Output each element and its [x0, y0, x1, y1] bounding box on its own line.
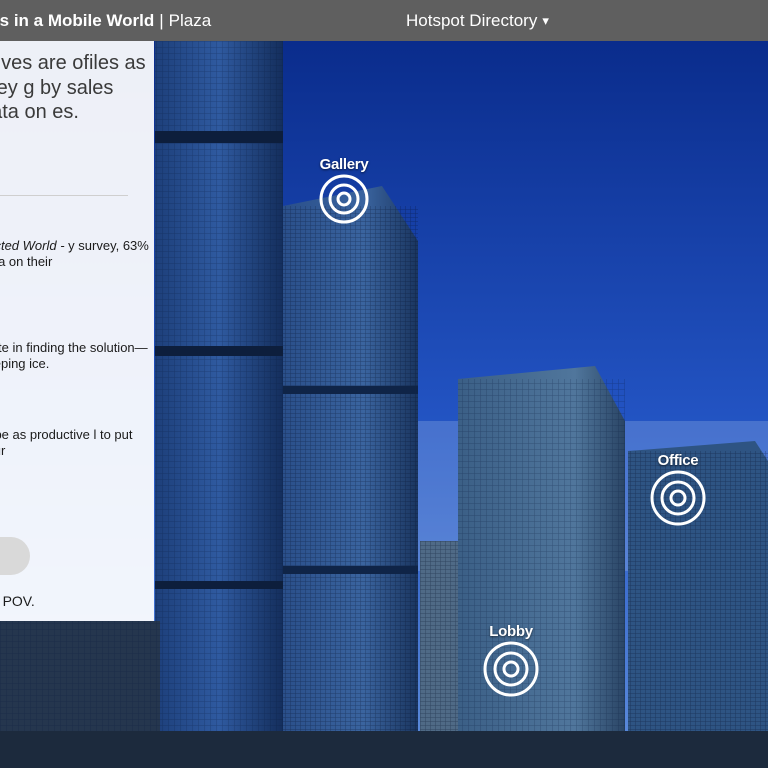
panel-paragraph-1: nected World - y survey, 63% of ta on th…: [0, 238, 150, 269]
panel-action-button[interactable]: [0, 537, 30, 575]
hotspot-directory-dropdown[interactable]: Hotspot Directory ▾: [406, 0, 549, 41]
hotspot-gallery[interactable]: Gallery: [314, 156, 374, 225]
panel-intro-text: atives are ofiles as they g by sales dat…: [0, 52, 146, 123]
panel-footer-text: tch POV.: [0, 593, 35, 609]
panel-paragraph-3: to be as productive l to put your: [0, 427, 133, 458]
panel-paragraph-2: mate in finding the solution—keeping ice…: [0, 340, 148, 371]
target-icon: [650, 470, 706, 526]
hotspot-office[interactable]: Office: [645, 452, 711, 527]
course-title: ts in a Mobile World: [0, 10, 155, 30]
hotspot-lobby-label: Lobby: [489, 623, 533, 640]
title-separator: |: [159, 10, 164, 30]
target-icon: [483, 641, 539, 697]
page-title: ts in a Mobile World | Plaza: [0, 0, 211, 41]
chevron-down-icon: ▾: [542, 12, 549, 28]
top-bar: ts in a Mobile World | Plaza Hotspot Dir…: [0, 0, 768, 41]
hotspot-lobby[interactable]: Lobby: [479, 623, 543, 698]
hotspot-office-label: Office: [657, 452, 699, 469]
section-name: Plaza: [168, 10, 212, 30]
hotspot-gallery-label: Gallery: [319, 156, 369, 173]
info-panel: atives are ofiles as they g by sales dat…: [0, 41, 154, 621]
panel-divider: [0, 195, 128, 196]
hotspot-directory-label: Hotspot Directory: [406, 10, 538, 30]
panel-paragraph-1-italic: nected World -: [0, 238, 65, 253]
target-icon: [319, 174, 369, 224]
